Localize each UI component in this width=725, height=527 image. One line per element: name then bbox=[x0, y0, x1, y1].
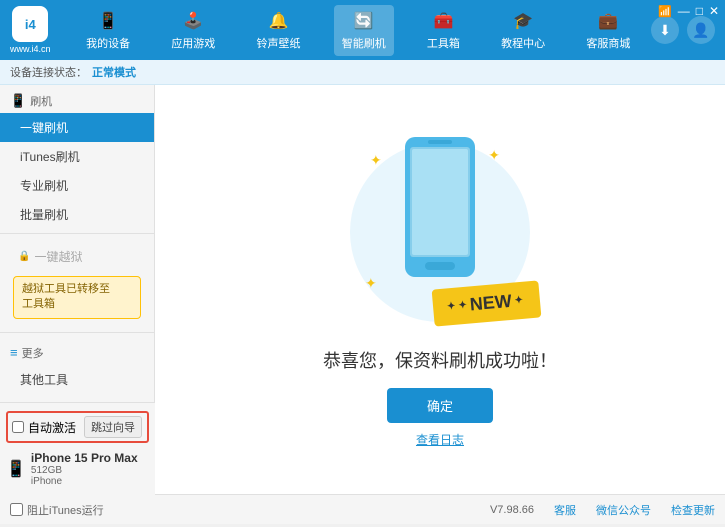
sparkle-2-icon: ✦ bbox=[488, 147, 500, 164]
new-badge-text: NEW bbox=[469, 290, 513, 315]
device-info: iPhone 15 Pro Max 512GB iPhone bbox=[31, 451, 138, 487]
stop-itunes-label: 阻止iTunes运行 bbox=[27, 502, 104, 518]
ringtone-icon: 🔔 bbox=[268, 10, 290, 32]
toolbox-icon: 🧰 bbox=[432, 10, 454, 32]
success-buttons: 确定 查看日志 bbox=[387, 388, 493, 448]
flash-section-title: 刷机 bbox=[30, 93, 52, 109]
stop-itunes-checkbox[interactable] bbox=[10, 503, 23, 516]
device-type: iPhone bbox=[31, 476, 138, 487]
more-section-icon: ≡ bbox=[10, 345, 18, 360]
jailbreak-notice-text: 越狱工具已转移至工具箱 bbox=[22, 283, 110, 310]
footer-right: V7.98.66 客服 微信公众号 检查更新 bbox=[490, 502, 715, 518]
device-storage: 512GB bbox=[31, 465, 138, 476]
user-button[interactable]: 👤 bbox=[687, 16, 715, 44]
tab-toolbox[interactable]: 🧰 工具箱 bbox=[419, 5, 468, 56]
tab-toolbox-label: 工具箱 bbox=[427, 35, 460, 51]
footer-link-update[interactable]: 检查更新 bbox=[671, 502, 715, 518]
sidebar: 📱 刷机 一键刷机 iTunes刷机 专业刷机 批量刷机 🔒 一键越狱 越狱工具… bbox=[0, 85, 155, 494]
sidebar-item-other-tools[interactable]: 其他工具 bbox=[0, 365, 154, 394]
nav-tabs: 📱 我的设备 🕹️ 应用游戏 🔔 铃声壁纸 🔄 智能刷机 🧰 工具箱 🎓 bbox=[66, 5, 651, 56]
tab-app-game-label: 应用游戏 bbox=[171, 35, 215, 51]
jailbreak-notice: 越狱工具已转移至工具箱 bbox=[13, 276, 141, 319]
smart-flash-icon: 🔄 bbox=[353, 10, 375, 32]
wifi-icon: 📶 bbox=[658, 5, 672, 18]
tab-app-game[interactable]: 🕹️ 应用游戏 bbox=[163, 5, 223, 56]
tab-my-device-label: 我的设备 bbox=[86, 35, 130, 51]
sparkle-3-icon: ✦ bbox=[365, 275, 377, 292]
sidebar-item-itunes-flash[interactable]: iTunes刷机 bbox=[0, 142, 154, 171]
tab-my-device[interactable]: 📱 我的设备 bbox=[78, 5, 138, 56]
close-icon[interactable]: ✕ bbox=[709, 4, 719, 18]
sidebar-more-header: ≡ 更多 bbox=[0, 337, 154, 365]
sidebar-divider-1 bbox=[0, 233, 154, 234]
jailbreak-label: 一键越狱 bbox=[34, 248, 82, 265]
auto-activate-checkbox[interactable] bbox=[12, 421, 24, 433]
sidebar-item-batch-flash[interactable]: 批量刷机 bbox=[0, 200, 154, 229]
tab-tutorial[interactable]: 🎓 教程中心 bbox=[493, 5, 553, 56]
phone-graphic: ✦ ✦ ✦ bbox=[350, 132, 530, 332]
tab-service-label: 客服商城 bbox=[586, 35, 630, 51]
device-name: iPhone 15 Pro Max bbox=[31, 451, 138, 465]
sidebar-divider-2 bbox=[0, 332, 154, 333]
auto-activate-row: 自动激活 跳过向导 bbox=[6, 411, 149, 443]
footer-link-wechat[interactable]: 微信公众号 bbox=[596, 502, 651, 518]
service-icon: 💼 bbox=[597, 10, 619, 32]
tab-ringtone-label: 铃声壁纸 bbox=[257, 35, 301, 51]
sparkle-1-icon: ✦ bbox=[370, 152, 382, 169]
app-game-icon: 🕹️ bbox=[182, 10, 204, 32]
footer: 阻止iTunes运行 V7.98.66 客服 微信公众号 检查更新 bbox=[0, 494, 725, 524]
content-area: ✦ ✦ ✦ bbox=[155, 85, 725, 494]
tutorial-icon: 🎓 bbox=[512, 10, 534, 32]
phone-svg bbox=[400, 132, 480, 282]
more-section-title: 更多 bbox=[22, 345, 44, 361]
sidebar-flash-header: 📱 刷机 bbox=[0, 85, 154, 113]
sidebar-item-one-key-flash[interactable]: 一键刷机 bbox=[0, 113, 154, 142]
flash-section-icon: 📱 bbox=[10, 93, 26, 109]
header-actions: ⬇ 👤 bbox=[651, 16, 715, 44]
sidebar-flash-section: 📱 刷机 一键刷机 iTunes刷机 专业刷机 批量刷机 bbox=[0, 85, 154, 229]
tab-smart-flash[interactable]: 🔄 智能刷机 bbox=[334, 5, 394, 56]
success-text: 恭喜您，保资料刷机成功啦！ bbox=[323, 347, 557, 373]
my-device-icon: 📱 bbox=[97, 10, 119, 32]
tab-smart-flash-label: 智能刷机 bbox=[342, 35, 386, 51]
sidebar-item-pro-flash[interactable]: 专业刷机 bbox=[0, 171, 154, 200]
tab-service[interactable]: 💼 客服商城 bbox=[578, 5, 638, 56]
status-bar: 设备连接状态： 正常模式 bbox=[0, 60, 725, 85]
download-button[interactable]: ⬇ bbox=[651, 16, 679, 44]
tab-tutorial-label: 教程中心 bbox=[501, 35, 545, 51]
status-mode: 正常模式 bbox=[92, 64, 136, 80]
logo-abbr: i4 bbox=[25, 17, 36, 32]
log-button[interactable]: 查看日志 bbox=[416, 431, 464, 448]
minimize-icon[interactable]: — bbox=[678, 4, 690, 18]
stop-itunes-row: 阻止iTunes运行 bbox=[10, 502, 104, 518]
device-phone-icon: 📱 bbox=[6, 459, 26, 479]
logo-url: www.i4.cn bbox=[10, 44, 51, 54]
device-row: 📱 iPhone 15 Pro Max 512GB iPhone bbox=[6, 449, 149, 489]
confirm-button[interactable]: 确定 bbox=[387, 388, 493, 423]
status-label: 设备连接状态： bbox=[10, 64, 87, 80]
guide-button[interactable]: 跳过向导 bbox=[84, 416, 142, 438]
logo-icon: i4 bbox=[12, 6, 48, 42]
success-illustration: ✦ ✦ ✦ bbox=[323, 132, 557, 448]
logo: i4 www.i4.cn bbox=[10, 6, 51, 54]
tab-ringtone[interactable]: 🔔 铃声壁纸 bbox=[249, 5, 309, 56]
header: 📶 — □ ✕ i4 www.i4.cn 📱 我的设备 🕹️ 应用游戏 🔔 bbox=[0, 0, 725, 60]
maximize-icon[interactable]: □ bbox=[696, 4, 703, 18]
lock-icon: 🔒 bbox=[18, 251, 30, 262]
jailbreak-section: 🔒 一键越狱 越狱工具已转移至工具箱 bbox=[0, 238, 154, 328]
footer-version: V7.98.66 bbox=[490, 504, 534, 516]
auto-activate-label: 自动激活 bbox=[28, 419, 76, 436]
bottom-left-panel: 自动激活 跳过向导 📱 iPhone 15 Pro Max 512GB iPho… bbox=[0, 402, 155, 494]
sidebar-item-jailbreak: 🔒 一键越狱 bbox=[8, 242, 146, 271]
footer-link-service[interactable]: 客服 bbox=[554, 502, 576, 518]
